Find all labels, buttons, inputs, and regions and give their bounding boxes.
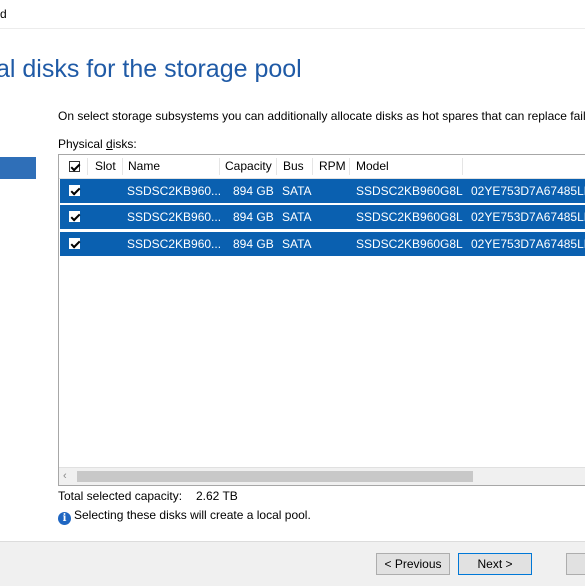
row-checkbox[interactable]	[69, 185, 80, 196]
row-model: SSDSC2KB960G8L	[356, 237, 463, 251]
info-icon: i	[58, 512, 71, 525]
row-name: SSDSC2KB960...	[127, 237, 222, 251]
table-row[interactable]: SSDSC2KB960... 894 GB SATA SSDSC2KB960G8…	[60, 232, 585, 256]
description-text: On select storage subsystems you can add…	[58, 109, 585, 123]
row-checkbox[interactable]	[69, 211, 80, 222]
next-button[interactable]: Next >	[458, 553, 532, 575]
total-capacity-label: Total selected capacity:	[58, 489, 183, 503]
scroll-left-icon[interactable]: ‹	[63, 470, 67, 482]
info-message: i Selecting these disks will create a loc…	[58, 508, 311, 525]
wizard-footer: < Previous Next >	[0, 541, 585, 586]
row-name: SSDSC2KB960...	[127, 184, 222, 198]
select-all-checkbox[interactable]	[69, 161, 80, 172]
col-slot[interactable]: Slot	[95, 155, 116, 178]
row-bus: SATA	[282, 237, 312, 251]
title-bar: d	[0, 0, 585, 29]
grid-header: Slot Name Capacity Bus RPM Model	[59, 155, 585, 179]
previous-button[interactable]: < Previous	[376, 553, 450, 575]
col-bus[interactable]: Bus	[283, 155, 304, 178]
window-title: d	[0, 7, 7, 21]
page-heading: al disks for the storage pool	[0, 55, 302, 83]
col-rpm[interactable]: RPM	[319, 155, 346, 178]
scrollbar-thumb[interactable]	[77, 471, 473, 482]
physical-disks-label: Physical disks:	[58, 137, 137, 151]
row-name: SSDSC2KB960...	[127, 210, 222, 224]
table-row[interactable]: SSDSC2KB960... 894 GB SATA SSDSC2KB960G8…	[60, 179, 585, 203]
horizontal-scrollbar[interactable]: ‹	[59, 467, 585, 485]
row-serial: 02YE753D7A67485LEI	[471, 237, 585, 251]
cancel-button-partial[interactable]	[566, 553, 585, 575]
row-bus: SATA	[282, 184, 312, 198]
row-serial: 02YE753D7A67485LEI	[471, 210, 585, 224]
row-capacity: 894 GB	[233, 184, 274, 198]
physical-disks-grid[interactable]: Slot Name Capacity Bus RPM Model SSDSC2K…	[58, 154, 585, 486]
info-text: Selecting these disks will create a loca…	[74, 508, 311, 522]
row-capacity: 894 GB	[233, 237, 274, 251]
row-capacity: 894 GB	[233, 210, 274, 224]
col-capacity[interactable]: Capacity	[225, 155, 272, 178]
col-name[interactable]: Name	[128, 155, 160, 178]
row-serial: 02YE753D7A67485LEI	[471, 184, 585, 198]
row-checkbox[interactable]	[69, 238, 80, 249]
row-bus: SATA	[282, 210, 312, 224]
total-capacity-value: 2.62 TB	[196, 489, 238, 503]
table-row[interactable]: SSDSC2KB960... 894 GB SATA SSDSC2KB960G8…	[60, 205, 585, 229]
col-model[interactable]: Model	[356, 155, 389, 178]
nav-item-selected[interactable]	[0, 157, 36, 179]
row-model: SSDSC2KB960G8L	[356, 210, 463, 224]
row-model: SSDSC2KB960G8L	[356, 184, 463, 198]
